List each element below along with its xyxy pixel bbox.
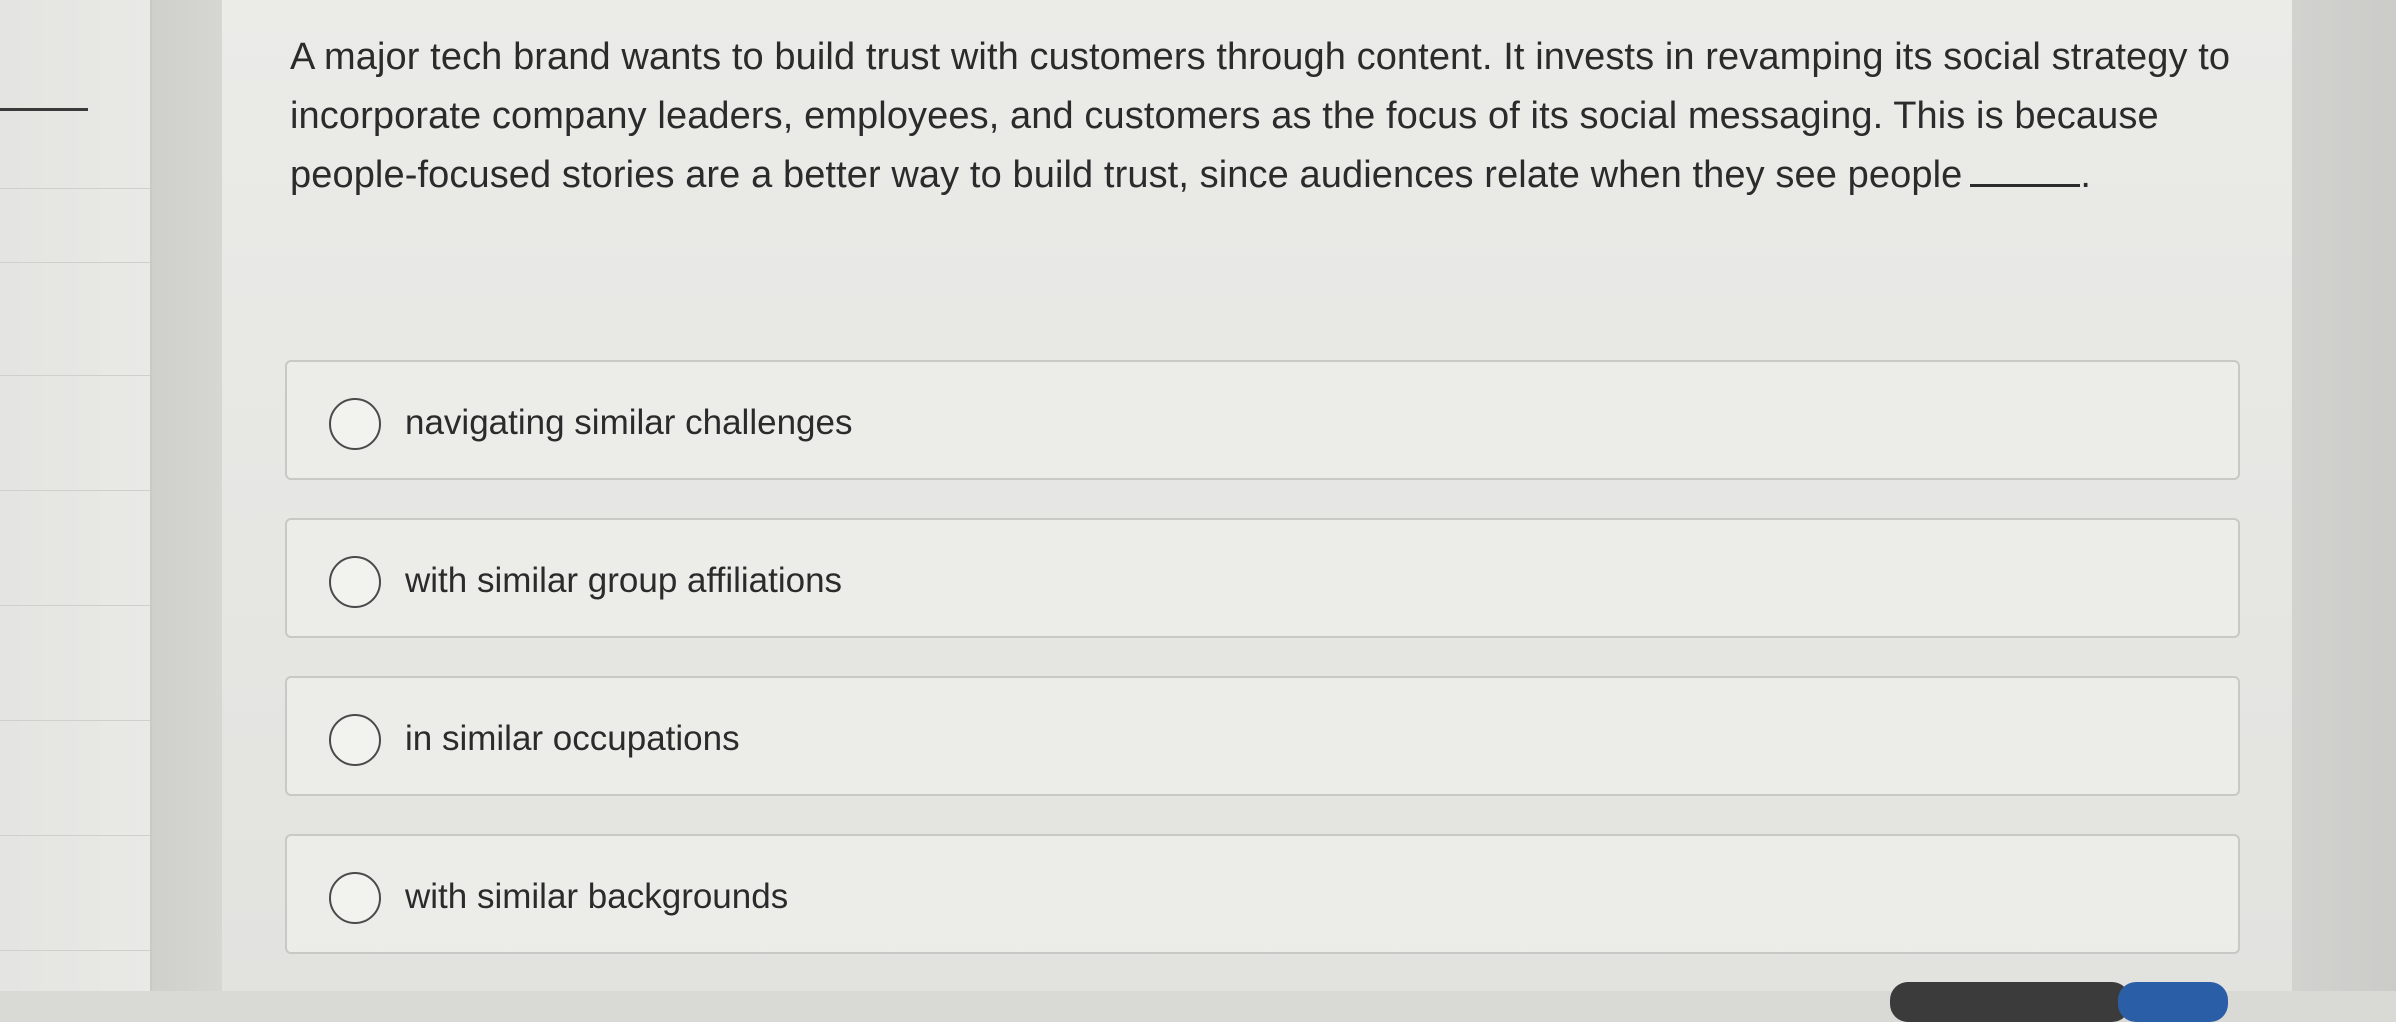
option-label: with similar backgrounds bbox=[405, 877, 789, 916]
option-label: in similar occupations bbox=[405, 719, 740, 758]
right-margin-panel bbox=[2292, 0, 2396, 991]
margin-rule bbox=[0, 720, 150, 721]
option-label: with similar group affiliations bbox=[405, 561, 843, 600]
primary-button[interactable] bbox=[2118, 982, 2228, 1022]
radio-button[interactable] bbox=[329, 398, 381, 450]
option-label: navigating similar challenges bbox=[405, 403, 853, 442]
margin-rule bbox=[0, 188, 150, 189]
radio-button[interactable] bbox=[329, 714, 381, 766]
answer-option-2[interactable]: with similar group affiliations bbox=[285, 518, 2240, 638]
margin-rule bbox=[0, 375, 150, 376]
question-text: A major tech brand wants to build trust … bbox=[290, 28, 2250, 205]
gutter bbox=[152, 0, 222, 991]
radio-button[interactable] bbox=[329, 556, 381, 608]
fill-in-blank bbox=[1970, 156, 2081, 187]
answer-option-1[interactable]: navigating similar challenges bbox=[285, 360, 2240, 480]
radio-button[interactable] bbox=[329, 872, 381, 924]
margin-rule bbox=[0, 262, 150, 263]
secondary-button[interactable] bbox=[1890, 982, 2130, 1022]
margin-rule bbox=[0, 605, 150, 606]
question-end-punctuation: . bbox=[2080, 154, 2092, 196]
answer-option-3[interactable]: in similar occupations bbox=[285, 676, 2240, 796]
margin-rule bbox=[0, 490, 150, 491]
answer-option-4[interactable]: with similar backgrounds bbox=[285, 834, 2240, 954]
question-body: A major tech brand wants to build trust … bbox=[290, 36, 2231, 196]
margin-rule bbox=[0, 950, 150, 951]
left-margin-panel bbox=[0, 0, 152, 991]
margin-rule bbox=[0, 835, 150, 836]
margin-dash bbox=[0, 108, 88, 111]
